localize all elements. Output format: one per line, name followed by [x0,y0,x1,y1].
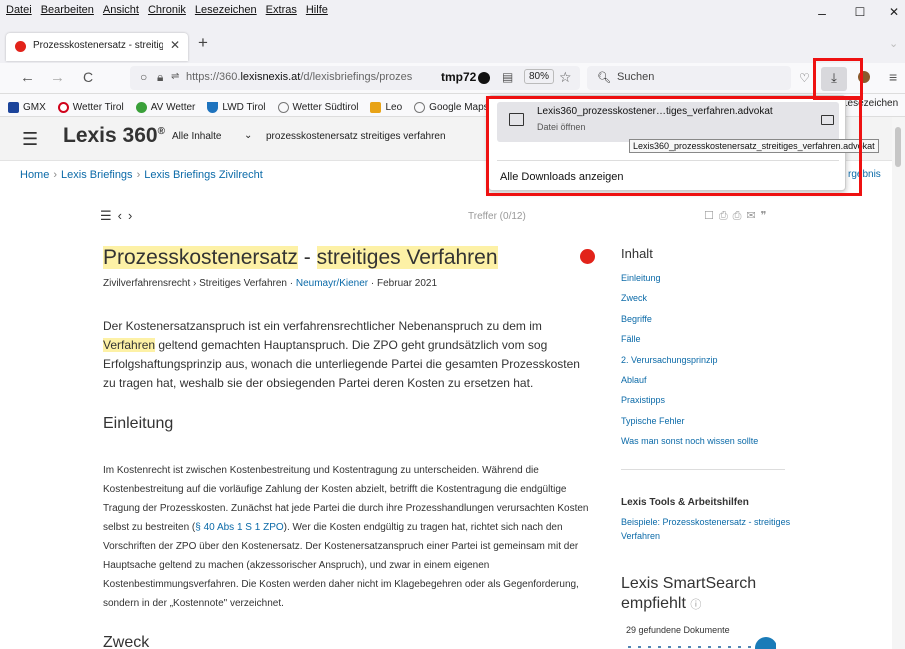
toc-item[interactable]: Ablauf [621,370,758,390]
heading-einleitung: Einleitung [103,415,174,432]
breadcrumb-briefings[interactable]: Lexis Briefings [61,169,133,181]
menu-bearbeiten[interactable]: Bearbeiten [41,4,94,16]
globe-icon [414,101,426,113]
annotation-box-download-button [813,58,863,100]
menu-datei[interactable]: Datei [6,4,32,16]
menu-hilfe[interactable]: Hilfe [306,4,328,16]
page-scrollbar[interactable] [892,117,905,649]
tab-list-icon[interactable]: ⌄ [889,37,898,50]
navigation-bar: ← → C ○ 🔒︎ ⇌ https://360.lexisnexis.at/d… [0,63,905,94]
doc-action-icons[interactable]: ☐⎙⎙✉❞ [704,209,772,223]
bookmark-gmx[interactable]: GMX [8,98,46,116]
tab-active[interactable]: Prozesskostenersatz - streitiges ✕ [6,33,188,61]
lexis-ball-icon [580,249,595,264]
toc-item[interactable]: Zweck [621,288,758,308]
bookmark-av-wetter[interactable]: AV Wetter [135,98,195,116]
globe-icon [277,101,289,113]
menu-bar: Datei Bearbeiten Ansicht Chronik Lesezei… [0,0,905,27]
page-title: Prozesskostenersatz - streitiges Verfahr… [103,246,498,269]
toc-item[interactable]: Typische Fehler [621,411,758,431]
toc-item[interactable]: Begriffe [621,309,758,329]
table-of-contents: Einleitung Zweck Begriffe Fälle 2. Verur… [621,268,758,452]
chevron-down-icon[interactable]: ⌄ [244,130,252,141]
new-tab-button[interactable]: + [198,33,208,53]
scope-select[interactable]: Alle Inhalte [172,131,221,142]
toc-item[interactable]: Fälle [621,329,758,349]
search-icon: 🔍︎ [597,72,611,84]
einleitung-paragraph: Im Kostenrecht ist zwischen Kostenbestre… [103,465,589,609]
av-icon [135,101,147,113]
info-icon[interactable]: ⓘ [690,599,701,611]
bookmark-wetter-suedtirol[interactable]: Wetter Südtirol [277,98,358,116]
maximize-button[interactable]: ☐ [850,5,870,19]
web-page: ☰ Lexis 360® Alle Inhalte ⌄ prozesskoste… [0,117,892,649]
url-bar[interactable]: ○ 🔒︎ ⇌ https://360.lexisnexis.at/d/lexis… [130,66,580,90]
menu-items: Datei Bearbeiten Ansicht Chronik Lesezei… [6,4,328,16]
doc-meta: Zivilverfahrensrecht › Streitiges Verfah… [103,278,438,289]
bookmark-lwd-tirol[interactable]: LWD Tirol [207,98,266,116]
toc-item[interactable]: Praxistipps [621,390,758,410]
breadcrumb: Home › Lexis Briefings › Lexis Briefings Ziv… [20,169,263,181]
search-input[interactable]: Suchen [617,71,654,83]
mountain-icon [207,101,219,113]
bookmark-wetter-tirol[interactable]: Wetter Tirol [57,98,124,116]
back-button[interactable]: ← [20,69,35,86]
url-tail: tmp72 [441,70,477,84]
tools-title: Lexis Tools & Arbeitshilfen [621,497,749,508]
zpo-link[interactable]: § 40 Abs 1 S 1 ZPO [195,522,283,533]
close-window-button[interactable]: ✕ [884,5,904,19]
toc-item[interactable]: 2. Verursachungsprinzip [621,350,758,370]
doc-toolbar[interactable]: ☰‹› [100,208,138,224]
search-box[interactable]: 🔍︎ Suchen [587,66,791,90]
minimize-button[interactable]: – [812,5,832,21]
smartsearch-graph[interactable] [626,637,776,649]
breadcrumb-zivilrecht[interactable]: Lexis Briefings Zivilrecht [144,169,263,181]
intro-paragraph: Der Kostenersatzanspruch ist ein verfahr… [103,319,580,390]
reader-view-icon[interactable]: ▤ [502,70,513,84]
hits-counter[interactable]: Treffer (0/12) [468,211,526,222]
bookmark-google-maps[interactable]: Google Maps [414,98,489,116]
menu-lesezeichen[interactable]: Lesezeichen [195,4,257,16]
menu-ansicht[interactable]: Ansicht [103,4,139,16]
shield-icon[interactable]: ○ [140,70,147,84]
breadcrumb-home[interactable]: Home [20,169,49,181]
permissions-icon[interactable]: ⇌ [171,71,179,82]
forward-button[interactable]: → [50,69,65,86]
tab-bar: Prozesskostenersatz - streitiges ✕ + ⌄ [0,27,905,63]
bookmark-star-icon[interactable]: ☆ [559,69,572,86]
tools-link[interactable]: Beispiele: Prozesskostenersatz - streiti… [621,515,801,543]
leo-icon [370,101,382,113]
zoom-level[interactable]: 80% [524,69,555,84]
author-link[interactable]: Neumayr/Kiener [296,278,368,289]
toc-item[interactable]: Was man sonst noch wissen sollte [621,431,758,451]
lexis-favicon-icon [15,41,26,52]
gmx-icon [8,101,19,113]
toc-title: Inhalt [621,246,653,261]
sidebar-divider [621,469,785,470]
app-menu-icon[interactable]: ≡ [889,69,897,85]
toc-item[interactable]: Einleitung [621,268,758,288]
lock-icon[interactable]: 🔒︎ [157,70,163,85]
smartsearch-title: Lexis SmartSearch empfiehlt ⓘ [621,575,757,612]
menu-chronik[interactable]: Chronik [148,4,186,16]
menu-extras[interactable]: Extras [266,4,297,16]
annotation-box-download-panel [486,96,862,196]
reload-button[interactable]: C [83,69,93,85]
tab-title: Prozesskostenersatz - streitiges [33,40,163,51]
tab-close-icon[interactable]: ✕ [170,38,180,52]
bookmark-leo[interactable]: Leo [370,98,402,116]
scroll-thumb[interactable] [895,127,901,167]
heading-zweck: Zweck [103,634,150,649]
url-text[interactable]: https://360.lexisnexis.at/d/lexisbriefin… [186,71,412,83]
recording-dot-icon [478,72,490,84]
lexis-search-input[interactable]: prozesskostenersatz streitiges verfahren [266,131,446,142]
lexis-logo[interactable]: Lexis 360® [63,124,165,148]
pocket-icon[interactable]: ♡ [799,71,810,85]
smartsearch-count: 29 gefundene Dokumente [626,625,730,635]
wetter-icon [57,101,69,113]
hamburger-menu-icon[interactable]: ☰ [22,129,38,150]
